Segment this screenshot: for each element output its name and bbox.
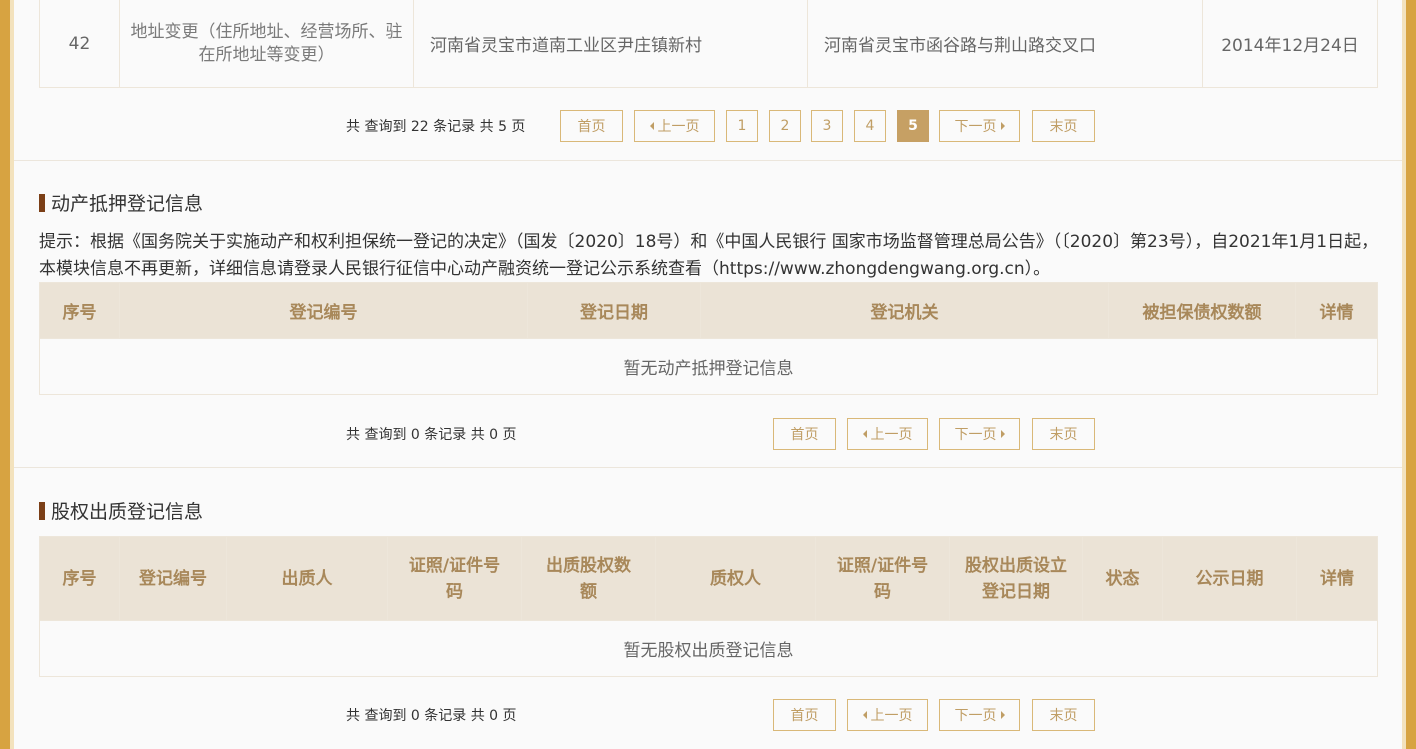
prev-page-button[interactable]: 上一页 bbox=[847, 418, 928, 450]
mortgage-notice: 提示：根据《国务院关于实施动产和权利担保统一登记的决定》（国发〔2020〕18号… bbox=[39, 232, 1379, 279]
col-header: 详情 bbox=[1295, 282, 1378, 339]
section-divider bbox=[14, 467, 1402, 468]
prev-page-button[interactable]: 上一页 bbox=[847, 699, 928, 731]
page-number: 2 bbox=[780, 118, 790, 134]
col-header: 登记编号 bbox=[119, 282, 528, 339]
pagination-change-records: 共 查询到 22 条记录 共 5 页 首页 上一页 1 2 3 4 5 下一页 … bbox=[14, 110, 1402, 142]
next-page-label: 下一页 bbox=[954, 708, 997, 724]
next-page-button[interactable]: 下一页 bbox=[939, 699, 1020, 731]
table-header-row: 序号 登记编号 登记日期 登记机关 被担保债权数额 详情 bbox=[39, 282, 1378, 339]
prev-page-button[interactable]: 上一页 bbox=[634, 110, 715, 142]
table-row: 42 地址变更（住所地址、经营场所、驻在所地址等变更） 河南省灵宝市道南工业区尹… bbox=[39, 0, 1378, 88]
col-header: 详情 bbox=[1296, 536, 1378, 621]
mortgage-title-text: 动产抵押登记信息 bbox=[51, 193, 204, 215]
equity-section-title: 股权出质登记信息 bbox=[39, 497, 203, 524]
empty-message: 暂无股权出质登记信息 bbox=[39, 620, 1378, 677]
last-page-button[interactable]: 末页 bbox=[1032, 110, 1095, 142]
title-bar-marker bbox=[39, 501, 45, 520]
col-header: 出质股权数额 bbox=[521, 536, 656, 621]
next-page-button[interactable]: 下一页 bbox=[939, 110, 1020, 142]
first-page-button[interactable]: 首页 bbox=[560, 110, 623, 142]
change-item: 地址变更（住所地址、经营场所、驻在所地址等变更） bbox=[119, 0, 414, 88]
col-header: 证照/证件号码 bbox=[387, 536, 522, 621]
last-page-label: 末页 bbox=[1049, 427, 1078, 443]
first-page-label: 首页 bbox=[790, 708, 819, 724]
right-frame-border bbox=[1402, 0, 1416, 749]
last-page-label: 末页 bbox=[1049, 119, 1078, 135]
first-page-label: 首页 bbox=[577, 119, 606, 135]
table-row: 暂无动产抵押登记信息 bbox=[39, 338, 1378, 395]
caret-left-icon bbox=[862, 711, 867, 719]
empty-message: 暂无动产抵押登记信息 bbox=[39, 338, 1378, 395]
content-before: 河南省灵宝市道南工业区尹庄镇新村 bbox=[413, 0, 808, 88]
title-bar-marker bbox=[39, 193, 45, 212]
content-after: 河南省灵宝市函谷路与荆山路交叉口 bbox=[807, 0, 1203, 88]
col-header: 状态 bbox=[1082, 536, 1163, 621]
change-records-table: 42 地址变更（住所地址、经营场所、驻在所地址等变更） 河南省灵宝市道南工业区尹… bbox=[39, 0, 1378, 88]
table-header-row: 序号 登记编号 出质人 证照/证件号码 出质股权数额 质权人 证照/证件号码 股… bbox=[39, 536, 1378, 621]
col-header: 证照/证件号码 bbox=[815, 536, 950, 621]
page-number: 3 bbox=[822, 118, 832, 134]
page-4-button[interactable]: 4 bbox=[854, 110, 886, 142]
equity-title-text: 股权出质登记信息 bbox=[51, 501, 204, 523]
equity-pledge-table: 序号 登记编号 出质人 证照/证件号码 出质股权数额 质权人 证照/证件号码 股… bbox=[39, 536, 1378, 677]
prev-page-label: 上一页 bbox=[870, 427, 913, 443]
col-header: 公示日期 bbox=[1162, 536, 1297, 621]
mortgage-section-title: 动产抵押登记信息 bbox=[39, 189, 203, 216]
prev-page-label: 上一页 bbox=[657, 119, 700, 135]
prev-page-label: 上一页 bbox=[870, 708, 913, 724]
caret-right-icon bbox=[1000, 711, 1005, 719]
last-page-button[interactable]: 末页 bbox=[1032, 699, 1095, 731]
pagination-summary: 共 查询到 22 条记录 共 5 页 bbox=[346, 119, 526, 135]
caret-right-icon bbox=[1000, 122, 1005, 130]
next-page-button[interactable]: 下一页 bbox=[939, 418, 1020, 450]
page-1-button[interactable]: 1 bbox=[726, 110, 758, 142]
next-page-label: 下一页 bbox=[954, 427, 997, 443]
first-page-label: 首页 bbox=[790, 427, 819, 443]
col-header: 序号 bbox=[39, 536, 120, 621]
col-header: 股权出质设立登记日期 bbox=[949, 536, 1083, 621]
page-5-button-active[interactable]: 5 bbox=[897, 110, 929, 142]
table-row: 暂无股权出质登记信息 bbox=[39, 620, 1378, 677]
col-header: 被担保债权数额 bbox=[1108, 282, 1296, 339]
first-page-button[interactable]: 首页 bbox=[773, 418, 836, 450]
pagination-summary: 共 查询到 0 条记录 共 0 页 bbox=[346, 427, 517, 443]
page-2-button[interactable]: 2 bbox=[769, 110, 801, 142]
col-header: 登记编号 bbox=[119, 536, 227, 621]
pagination-equity: 共 查询到 0 条记录 共 0 页 首页 上一页 下一页 末页 bbox=[14, 699, 1402, 731]
caret-left-icon bbox=[862, 430, 867, 438]
col-header: 出质人 bbox=[226, 536, 388, 621]
first-page-button[interactable]: 首页 bbox=[773, 699, 836, 731]
mortgage-table: 序号 登记编号 登记日期 登记机关 被担保债权数额 详情 暂无动产抵押登记信息 bbox=[39, 282, 1378, 395]
row-index: 42 bbox=[39, 0, 120, 88]
change-date: 2014年12月24日 bbox=[1202, 0, 1378, 88]
caret-right-icon bbox=[1000, 430, 1005, 438]
col-header: 登记机关 bbox=[700, 282, 1109, 339]
last-page-button[interactable]: 末页 bbox=[1032, 418, 1095, 450]
col-header: 序号 bbox=[39, 282, 120, 339]
col-header: 质权人 bbox=[655, 536, 816, 621]
caret-left-icon bbox=[649, 122, 654, 130]
main-content: 42 地址变更（住所地址、经营场所、驻在所地址等变更） 河南省灵宝市道南工业区尹… bbox=[14, 0, 1402, 749]
section-divider bbox=[14, 160, 1402, 161]
left-frame-border bbox=[0, 0, 14, 749]
page-number: 5 bbox=[908, 118, 918, 134]
page-number: 4 bbox=[865, 118, 875, 134]
next-page-label: 下一页 bbox=[954, 119, 997, 135]
pagination-summary: 共 查询到 0 条记录 共 0 页 bbox=[346, 708, 517, 724]
pagination-mortgage: 共 查询到 0 条记录 共 0 页 首页 上一页 下一页 末页 bbox=[14, 418, 1402, 450]
page-number: 1 bbox=[737, 118, 747, 134]
last-page-label: 末页 bbox=[1049, 708, 1078, 724]
col-header: 登记日期 bbox=[527, 282, 701, 339]
page-3-button[interactable]: 3 bbox=[811, 110, 843, 142]
